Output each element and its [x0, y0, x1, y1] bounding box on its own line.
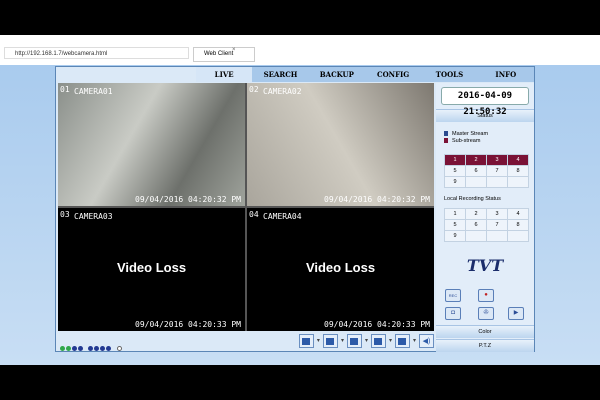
dropdown-arrow-icon[interactable]: ▾: [413, 334, 416, 348]
main-tabs: LIVE SEARCH BACKUP CONFIG TOOLS INFO: [196, 67, 534, 82]
layout-9-button[interactable]: [394, 334, 410, 348]
bottom-toolbar: ▾ ▾ ▾ ▾ ▾ ◀): [58, 333, 434, 351]
dropdown-arrow-icon[interactable]: ▾: [365, 334, 368, 348]
ptz-button[interactable]: P.T.Z: [436, 339, 534, 352]
timestamp: 09/04/2016 04:20:33 PM: [324, 320, 430, 329]
channel-cell[interactable]: 9: [444, 176, 466, 188]
layout-4-button[interactable]: [322, 334, 338, 348]
channel-cell[interactable]: 3: [486, 154, 508, 166]
channel-dot[interactable]: [100, 346, 106, 351]
channel-cell[interactable]: 2: [465, 154, 487, 166]
close-tab-icon[interactable]: ×: [232, 47, 236, 53]
channel-number: 02: [249, 85, 259, 94]
camera-name: CAMERA02: [263, 87, 302, 96]
channel-dot[interactable]: [72, 346, 77, 351]
rec-cell: 5: [444, 219, 466, 231]
channel-indicators: [60, 338, 123, 356]
dropdown-arrow-icon[interactable]: ▾: [317, 334, 320, 348]
layout-1-button[interactable]: [298, 334, 314, 348]
video-grid: 01 CAMERA01 09/04/2016 04:20:32 PM 02 CA…: [58, 83, 434, 331]
channel-cell[interactable]: 7: [486, 165, 508, 177]
rec-cell: 7: [486, 219, 508, 231]
channel-cell: [465, 176, 487, 188]
layout-buttons: ▾ ▾ ▾ ▾ ▾ ◀): [298, 334, 434, 348]
camera-name: CAMERA04: [263, 212, 302, 221]
legend-label: Master Stream: [452, 130, 489, 137]
channel-cell[interactable]: 8: [507, 165, 529, 177]
dropdown-arrow-icon[interactable]: ▾: [389, 334, 392, 348]
rec-cell: 3: [486, 208, 508, 220]
channel-dot[interactable]: [88, 346, 94, 351]
stream-channel-table: 1234 5678 9: [444, 154, 529, 188]
browser-tab[interactable]: Web Client: [193, 47, 255, 62]
timestamp: 09/04/2016 04:20:32 PM: [324, 195, 430, 204]
tab-backup[interactable]: BACKUP: [309, 67, 365, 82]
camera-view-1[interactable]: 01 CAMERA01 09/04/2016 04:20:32 PM: [58, 83, 245, 206]
channel-dot[interactable]: [116, 346, 122, 351]
rec-cell: 9: [444, 230, 466, 242]
tvt-logo: TVT: [466, 256, 504, 275]
rec-cell: 6: [465, 219, 487, 231]
channel-dot[interactable]: [66, 346, 71, 351]
side-panel: 2016-04-09 21:50:32 Status Master Stream…: [436, 83, 534, 352]
camera-view-3[interactable]: 03 CAMERA03 Video Loss 09/04/2016 04:20:…: [58, 208, 245, 331]
tab-info[interactable]: INFO: [478, 67, 534, 82]
camera-name: CAMERA01: [74, 87, 113, 96]
film-reel-icon[interactable]: ✇: [478, 307, 494, 320]
channel-dot[interactable]: [60, 346, 65, 351]
stop-record-icon[interactable]: ●: [478, 289, 494, 302]
rec-cell: 8: [507, 219, 529, 231]
rec-cell: [507, 230, 529, 242]
dropdown-arrow-icon[interactable]: ▾: [341, 334, 344, 348]
tab-config[interactable]: CONFIG: [365, 67, 421, 82]
legend-master: Master Stream: [444, 130, 534, 137]
master-swatch: [444, 131, 448, 136]
page: LIVE SEARCH BACKUP CONFIG TOOLS INFO 01 …: [0, 65, 600, 365]
recording-status-label: Local Recording Status: [444, 196, 501, 202]
tab-live[interactable]: LIVE: [196, 67, 253, 82]
channel-cell[interactable]: 6: [465, 165, 487, 177]
timestamp: 09/04/2016 04:20:33 PM: [135, 320, 241, 329]
channel-dot[interactable]: [94, 346, 100, 351]
rec-cell: [465, 230, 487, 242]
timestamp: 09/04/2016 04:20:32 PM: [135, 195, 241, 204]
channel-cell[interactable]: 5: [444, 165, 466, 177]
channel-number: 03: [60, 210, 70, 219]
channel-number: 01: [60, 85, 70, 94]
browser-bar: http://192.168.1.7/webcamera.html Web Cl…: [0, 35, 600, 65]
rec-cell: 1: [444, 208, 466, 220]
snapshot-camera-icon[interactable]: ◘: [445, 307, 461, 320]
tab-search[interactable]: SEARCH: [252, 67, 308, 82]
camera-view-4[interactable]: 04 CAMERA04 Video Loss 09/04/2016 04:20:…: [247, 208, 434, 331]
address-bar[interactable]: http://192.168.1.7/webcamera.html: [4, 47, 189, 59]
volume-icon[interactable]: ◀): [419, 334, 434, 348]
layout-6-button[interactable]: [346, 334, 362, 348]
rec-cell: 4: [507, 208, 529, 220]
camera-name: CAMERA03: [74, 212, 113, 221]
color-button[interactable]: Color: [436, 325, 534, 338]
web-client: LIVE SEARCH BACKUP CONFIG TOOLS INFO 01 …: [55, 66, 535, 352]
channel-cell[interactable]: 4: [507, 154, 529, 166]
channel-number: 04: [249, 210, 259, 219]
clock: 2016-04-09 21:50:32: [441, 87, 529, 117]
video-loss-label: Video Loss: [116, 260, 187, 275]
legend-sub: Sub-stream: [444, 137, 534, 144]
camera-view-2[interactable]: 02 CAMERA02 09/04/2016 04:20:32 PM: [247, 83, 434, 206]
play-icon[interactable]: ▶: [508, 307, 524, 320]
legend-label: Sub-stream: [452, 137, 481, 144]
sub-swatch: [444, 138, 448, 143]
rec-cell: 2: [465, 208, 487, 220]
channel-dot[interactable]: [78, 346, 83, 351]
rec-cell: [486, 230, 508, 242]
channel-cell: [507, 176, 529, 188]
channel-cell: [486, 176, 508, 188]
recording-channel-table: 1234 5678 9: [444, 208, 529, 242]
status-header[interactable]: Status: [436, 109, 534, 122]
channel-cell[interactable]: 1: [444, 154, 466, 166]
tab-tools[interactable]: TOOLS: [421, 67, 477, 82]
record-button[interactable]: REC: [445, 289, 461, 302]
video-loss-label: Video Loss: [305, 260, 376, 275]
layout-8-button[interactable]: [370, 334, 386, 348]
channel-dot[interactable]: [106, 346, 112, 351]
